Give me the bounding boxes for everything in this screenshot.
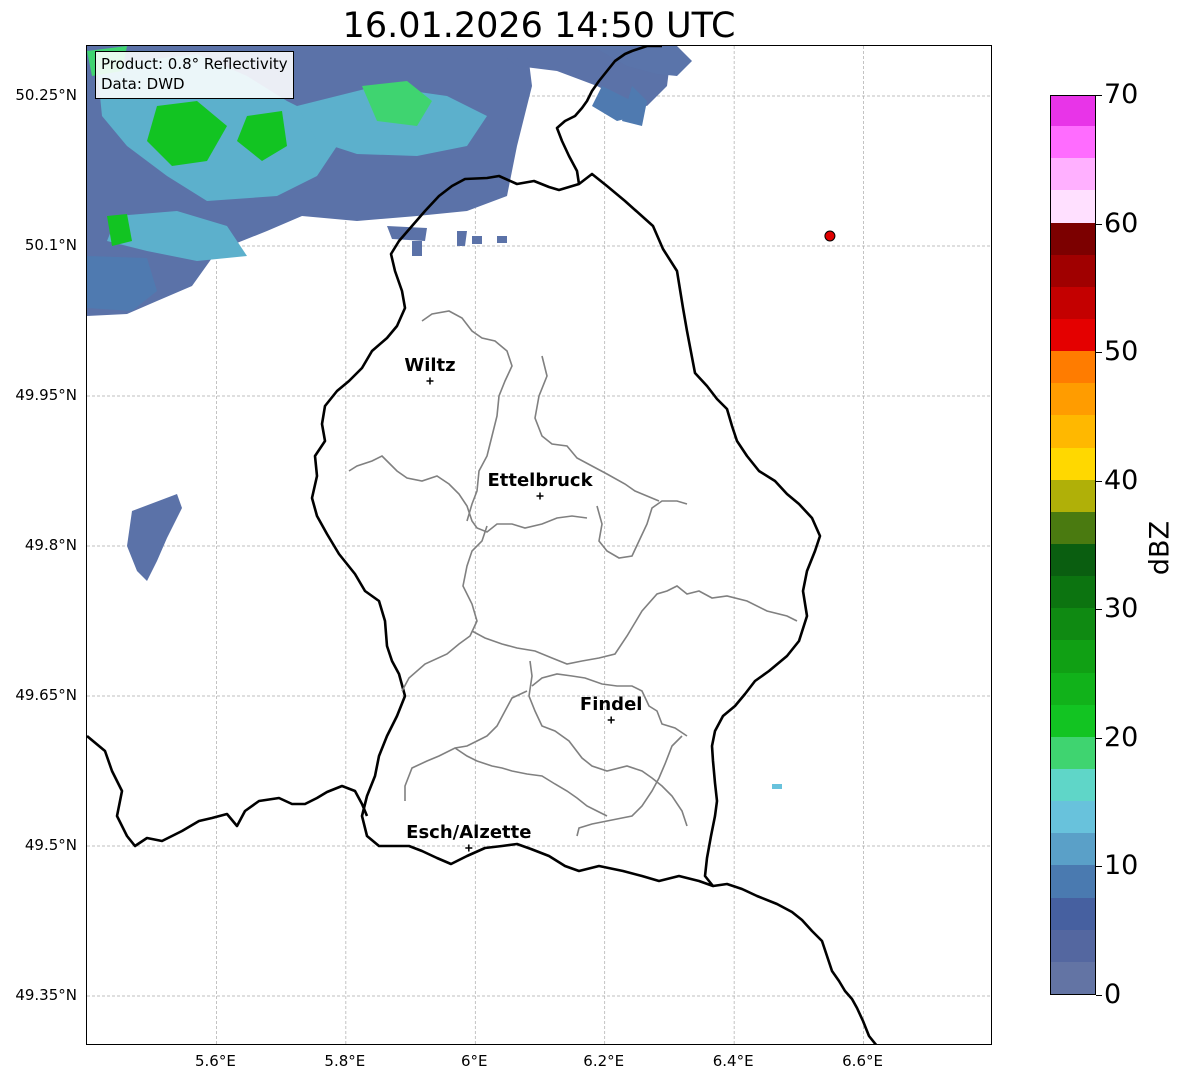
- city-plus-icon: [465, 844, 473, 852]
- canton-border-7: [528, 660, 688, 827]
- colorbar-tick-label: 70: [1104, 79, 1139, 110]
- colorbar-swatch: [1051, 704, 1095, 737]
- canton-border-8: [404, 690, 528, 801]
- lon-tick-label: 5.6°E: [195, 1052, 236, 1070]
- canton-border-10: [576, 735, 683, 837]
- colorbar-swatch: [1051, 800, 1095, 834]
- colorbar-tick-label: 50: [1104, 336, 1139, 368]
- colorbar-swatch: [1051, 125, 1095, 159]
- colorbar-swatch: [1051, 961, 1095, 994]
- belgium-france-border: [87, 735, 369, 848]
- colorbar-swatch: [1051, 254, 1095, 287]
- city-label: Wiltz: [404, 355, 455, 376]
- lon-tick-label: 6.2°E: [583, 1052, 625, 1070]
- colorbar-tick-mark: [1096, 609, 1102, 611]
- city-label: Findel: [580, 694, 643, 715]
- product-line: Product: 0.8° Reflectivity: [101, 55, 288, 73]
- lon-tick-label: 6.6°E: [842, 1052, 883, 1070]
- echo-isolated-west: [127, 494, 182, 581]
- colorbar-swatch: [1051, 189, 1095, 223]
- colorbar-tick-mark: [1096, 737, 1102, 739]
- colorbar-tick-label: 60: [1104, 207, 1139, 239]
- colorbar-tick-label: 20: [1104, 721, 1139, 753]
- lat-tick-label: 49.35°N: [15, 986, 77, 1004]
- colorbar-tick-label: 30: [1104, 593, 1139, 625]
- city-plus-icon: [536, 492, 544, 500]
- colorbar-swatch: [1051, 575, 1095, 609]
- colorbar-swatch: [1051, 96, 1095, 127]
- lat-tick-label: 50.25°N: [15, 86, 77, 104]
- colorbar-swatch: [1051, 350, 1095, 384]
- echo-fragment-north-center: [387, 226, 507, 256]
- data-source-line: Data: DWD: [101, 75, 185, 93]
- colorbar-swatch: [1051, 672, 1095, 705]
- colorbar-tick-mark: [1096, 995, 1102, 996]
- colorbar-tick-mark: [1096, 866, 1102, 868]
- city-marker: Esch/Alzette: [406, 822, 531, 852]
- colorbar-swatch: [1051, 286, 1095, 319]
- luxembourg-outline: [310, 172, 822, 888]
- colorbar-swatch: [1051, 864, 1095, 898]
- canton-border-5: [471, 585, 798, 665]
- city-label: Esch/Alzette: [406, 822, 531, 843]
- colorbar-swatch: [1051, 768, 1095, 802]
- colorbar-tick-label: 0: [1104, 979, 1122, 1010]
- colorbar-swatch: [1051, 832, 1095, 866]
- colorbar-swatch: [1051, 736, 1095, 769]
- colorbar-swatch: [1051, 382, 1095, 416]
- lat-tick-label: 50.1°N: [24, 236, 77, 254]
- colorbar-tick-mark: [1096, 95, 1102, 96]
- map-canvas[interactable]: Wiltz Ettelbruck Findel Esch/Alzette: [87, 46, 992, 1045]
- colorbar-tick-label: 10: [1104, 850, 1139, 882]
- colorbar-swatch: [1051, 897, 1095, 930]
- lat-tick-label: 49.65°N: [15, 686, 77, 704]
- canton-border-4: [401, 525, 488, 692]
- canton-border-11: [454, 747, 608, 817]
- colorbar-tick-label: 40: [1104, 464, 1139, 496]
- colorbar-tick-mark: [1096, 223, 1102, 225]
- colorbar-swatch: [1051, 157, 1095, 191]
- reflectivity-echoes: [87, 46, 782, 789]
- colorbar-swatch: [1051, 222, 1095, 255]
- lat-tick-label: 49.8°N: [24, 536, 77, 554]
- product-info-box: Product: 0.8° Reflectivity Data: DWD: [95, 51, 294, 99]
- lon-tick-label: 6.4°E: [712, 1052, 754, 1070]
- map-title: 16.01.2026 14:50 UTC: [342, 6, 736, 46]
- colorbar-swatch: [1051, 607, 1095, 641]
- canton-border-6: [596, 500, 688, 559]
- lon-tick-label: 6°E: [461, 1052, 488, 1070]
- map-panel[interactable]: Wiltz Ettelbruck Findel Esch/Alzette: [86, 45, 992, 1045]
- lat-tick-label: 49.5°N: [24, 836, 77, 854]
- germany-france-border-south: [712, 882, 878, 1044]
- city-label: Ettelbruck: [487, 470, 593, 491]
- city-markers: Wiltz Ettelbruck Findel Esch/Alzette: [404, 355, 642, 852]
- radar-site-dot: [824, 230, 836, 242]
- colorbar-swatches: [1051, 96, 1095, 994]
- colorbar-tick-mark: [1096, 352, 1102, 354]
- lon-tick-label: 5.8°E: [324, 1052, 366, 1070]
- echo-fragment-east: [772, 784, 782, 789]
- colorbar-label: dBZ: [1144, 520, 1176, 576]
- city-marker: Findel: [580, 694, 643, 724]
- colorbar-swatch: [1051, 511, 1095, 544]
- colorbar: [1050, 95, 1096, 995]
- colorbar-swatch: [1051, 414, 1095, 448]
- colorbar-swatch: [1051, 318, 1095, 352]
- city-plus-icon: [607, 716, 615, 724]
- colorbar-swatch: [1051, 543, 1095, 577]
- canton-borders: [348, 310, 798, 837]
- lat-tick-label: 49.95°N: [15, 386, 77, 404]
- canton-border-2: [348, 455, 588, 533]
- colorbar-tick-mark: [1096, 480, 1102, 482]
- colorbar-swatch: [1051, 929, 1095, 962]
- colorbar-swatch: [1051, 479, 1095, 512]
- colorbar-swatch: [1051, 639, 1095, 673]
- colorbar-swatch: [1051, 447, 1095, 480]
- city-marker: Wiltz: [404, 355, 456, 385]
- radar-site-marker: [824, 230, 836, 242]
- city-marker: Ettelbruck: [487, 470, 594, 500]
- city-plus-icon: [426, 377, 434, 385]
